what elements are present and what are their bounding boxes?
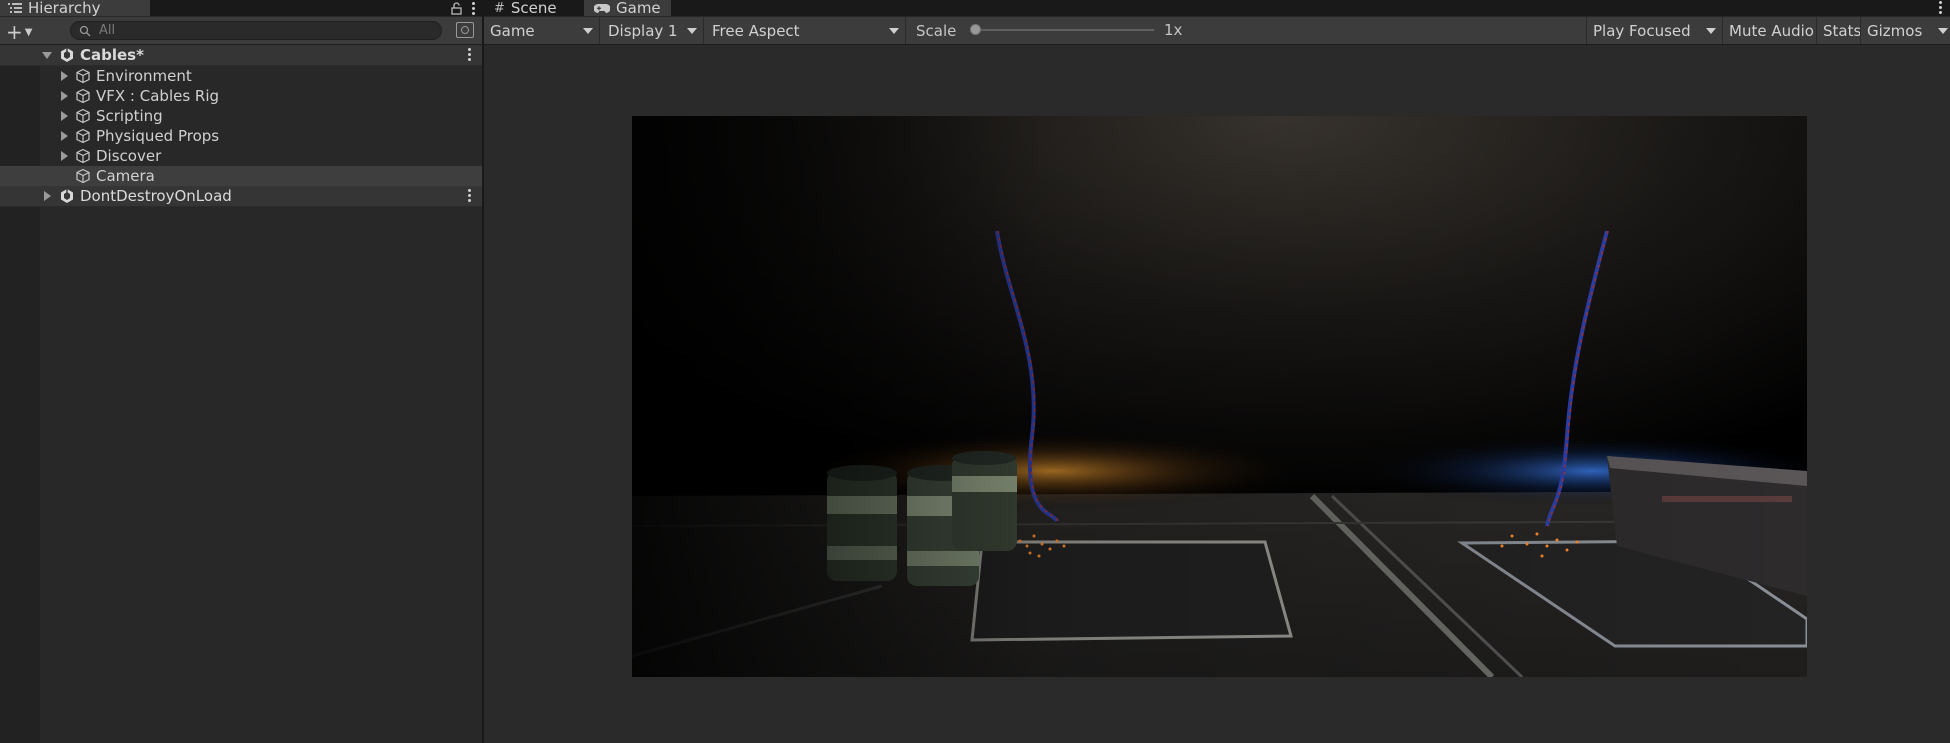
- scene-row[interactable]: Cables*: [0, 45, 482, 66]
- ddol-name: DontDestroyOnLoad: [80, 187, 232, 205]
- item-label: Scripting: [96, 107, 163, 125]
- search-icon: [79, 25, 91, 36]
- expand-arrow-icon[interactable]: [61, 151, 68, 161]
- list-item[interactable]: Physiqued Props: [0, 126, 482, 146]
- scale-label: Scale: [916, 21, 957, 40]
- gameobject-cube-icon: [76, 108, 90, 124]
- hierarchy-panel: Hierarchy + ▼ All Cables* Environment VF…: [0, 0, 482, 743]
- ddol-menu-icon[interactable]: [468, 189, 472, 203]
- gizmos-dropdown[interactable]: Gizmos: [1860, 17, 1950, 44]
- aspect-dropdown[interactable]: Free Aspect: [706, 17, 906, 44]
- play-focused-label: Play Focused: [1593, 21, 1691, 40]
- chevron-down-icon: [1706, 28, 1716, 34]
- display-dropdown[interactable]: Display 1: [602, 17, 704, 44]
- hierarchy-title: Hierarchy: [28, 0, 101, 17]
- ddol-row[interactable]: DontDestroyOnLoad: [0, 186, 482, 207]
- view-mode-dropdown[interactable]: Game: [484, 17, 600, 44]
- more-options-icon[interactable]: [472, 1, 476, 15]
- gizmos-label: Gizmos: [1867, 21, 1923, 40]
- display-value: Display 1: [608, 21, 678, 40]
- scale-slider-track[interactable]: [974, 29, 1154, 31]
- expand-arrow-icon[interactable]: [61, 71, 68, 81]
- list-item[interactable]: Environment: [0, 66, 482, 86]
- gameobject-cube-icon: [76, 128, 90, 144]
- chevron-down-icon: [583, 28, 593, 34]
- list-item[interactable]: Camera: [0, 166, 482, 186]
- view-mode-value: Game: [490, 21, 535, 40]
- tab-scene[interactable]: # Scene: [484, 0, 567, 17]
- search-options-icon[interactable]: [456, 22, 474, 38]
- game-viewport[interactable]: [484, 45, 1950, 743]
- hierarchy-toolbar: + ▼: [0, 17, 482, 45]
- gameobject-cube-icon: [76, 168, 90, 184]
- item-label: Discover: [96, 147, 162, 165]
- tab-scene-label: Scene: [510, 0, 557, 17]
- game-render[interactable]: [632, 116, 1807, 677]
- gameobject-cube-icon: [76, 88, 90, 104]
- hash-icon: #: [494, 0, 505, 16]
- hierarchy-tree: Cables* Environment VFX : Cables Rig Scr…: [0, 45, 482, 207]
- create-button[interactable]: + ▼: [6, 20, 32, 44]
- expand-arrow-icon[interactable]: [61, 111, 68, 121]
- chevron-down-icon: [1938, 28, 1948, 34]
- aspect-value: Free Aspect: [712, 21, 800, 40]
- item-label: VFX : Cables Rig: [96, 87, 220, 105]
- mute-audio-button[interactable]: Mute Audio: [1722, 17, 1820, 44]
- list-item[interactable]: VFX : Cables Rig: [0, 86, 482, 106]
- stats-label: Stats: [1823, 21, 1862, 40]
- chevron-down-icon: [687, 28, 697, 34]
- gamepad-icon: [594, 3, 610, 13]
- scale-control: Scale 1x: [914, 17, 1182, 44]
- mute-audio-label: Mute Audio: [1729, 21, 1814, 40]
- unity-scene-icon: [61, 189, 73, 203]
- game-toolbar: Game Display 1 Free Aspect Scale 1x Play…: [484, 17, 1950, 45]
- list-icon: [8, 3, 22, 13]
- scene-menu-icon[interactable]: [468, 48, 472, 62]
- scale-slider-handle[interactable]: [970, 24, 981, 35]
- gameobject-cube-icon: [76, 148, 90, 164]
- unity-scene-icon: [61, 48, 73, 62]
- list-item[interactable]: Scripting: [0, 106, 482, 126]
- hierarchy-search[interactable]: [70, 21, 442, 40]
- view-tabbar: # Scene Game: [484, 0, 1950, 17]
- expand-arrow-icon[interactable]: [44, 191, 51, 201]
- expand-arrow-icon[interactable]: [61, 131, 68, 141]
- plus-icon: +: [6, 20, 23, 44]
- expand-arrow-icon[interactable]: [42, 52, 52, 59]
- gameobject-cube-icon: [76, 68, 90, 84]
- item-label: Physiqued Props: [96, 127, 220, 145]
- game-more-options-icon[interactable]: [1939, 1, 1942, 14]
- item-label: Environment: [96, 67, 192, 85]
- scale-value: 1x: [1164, 21, 1183, 39]
- tab-game-label: Game: [616, 0, 661, 17]
- chevron-down-icon: ▼: [24, 26, 33, 38]
- hierarchy-tabbar: Hierarchy: [0, 0, 482, 16]
- game-panel: # Scene Game Game Display 1 Free Aspect: [484, 0, 1950, 743]
- search-input[interactable]: [97, 22, 427, 39]
- lock-icon[interactable]: [451, 1, 462, 15]
- tab-game[interactable]: Game: [584, 0, 671, 17]
- game-scene-image: [632, 116, 1807, 677]
- tab-hierarchy[interactable]: Hierarchy: [0, 0, 150, 16]
- play-focused-dropdown[interactable]: Play Focused: [1586, 17, 1722, 44]
- scene-name: Cables*: [80, 46, 144, 64]
- chevron-down-icon: [889, 28, 899, 34]
- list-item[interactable]: Discover: [0, 146, 482, 166]
- expand-arrow-icon[interactable]: [61, 91, 68, 101]
- item-label: Camera: [96, 167, 155, 185]
